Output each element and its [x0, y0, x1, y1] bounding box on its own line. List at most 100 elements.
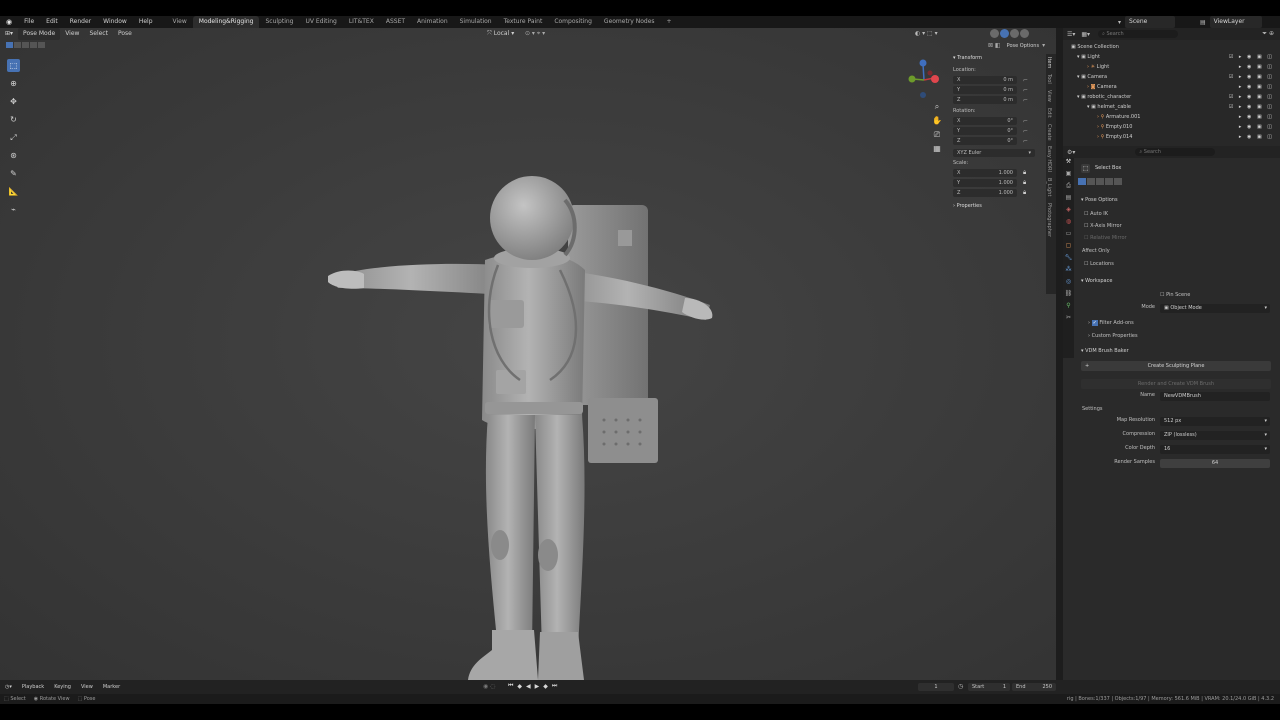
output-tab-icon[interactable]: ⎙ — [1063, 182, 1074, 194]
jump-end-icon[interactable]: ⏭ — [550, 682, 559, 690]
brush-name-input[interactable]: NewVDMBrush — [1160, 392, 1270, 401]
menu-help[interactable]: Help — [133, 16, 159, 28]
lock-icon[interactable]: 🔒︎ — [1017, 169, 1026, 177]
x-axis-mirror-checkbox[interactable]: ☐ X-Axis Mirror — [1084, 221, 1122, 232]
constraints-tab-icon[interactable]: ⛓ — [1063, 290, 1074, 302]
menu-file[interactable]: File — [18, 16, 40, 28]
editor-type-icon[interactable]: ⊞▾ — [0, 28, 18, 40]
create-sculpting-plane-button[interactable]: + Create Sculpting Plane — [1081, 361, 1271, 371]
color-depth-dropdown[interactable]: 16 ▾ — [1160, 445, 1270, 454]
render-tab-icon[interactable]: ▣ — [1063, 170, 1074, 182]
physics-tab-icon[interactable]: ◎ — [1063, 278, 1074, 290]
tab-uv-editing[interactable]: UV Editing — [300, 16, 343, 28]
lock-icon[interactable]: ⌐ — [1017, 97, 1028, 104]
select-subtract-icon[interactable] — [1096, 178, 1104, 185]
camera-view-icon[interactable]: ⎚ — [930, 130, 944, 144]
lock-icon[interactable]: 🔒︎ — [1017, 189, 1026, 197]
outliner-row-empty-010[interactable]: › ⚲ Empty.010 ▸ ◉ ▣ ◫ — [1063, 122, 1280, 132]
sidebar-tab-create[interactable]: Create — [1046, 121, 1052, 144]
outliner-row-light-collection[interactable]: ▾ ▣ Light ☑ ▸ ◉ ▣ ◫ — [1063, 52, 1280, 62]
current-frame-field[interactable]: 1 — [918, 683, 954, 691]
scene-tab-icon[interactable]: ◈ — [1063, 206, 1074, 218]
navigation-gizmo[interactable] — [904, 58, 944, 100]
sidebar-tab-item[interactable]: Item — [1046, 54, 1052, 71]
view-layer-tab-icon[interactable]: ▤ — [1063, 194, 1074, 206]
select-box-tool-icon[interactable]: ⬚ — [7, 59, 20, 72]
scene-selector[interactable]: ▾ Scene — [1118, 16, 1176, 28]
display-mode-icon[interactable]: ▦▾ — [1081, 31, 1090, 38]
tool-tab-icon[interactable]: ⚒ — [1063, 158, 1074, 170]
sidebar-tab-view[interactable]: View — [1046, 87, 1052, 105]
rendered-shading-icon[interactable] — [1020, 29, 1029, 38]
select-difference-icon[interactable] — [30, 42, 37, 48]
lock-icon[interactable]: ⌐ — [1017, 138, 1028, 145]
zoom-icon[interactable]: ⌕ — [930, 102, 944, 116]
mode-dropdown[interactable]: ▣ Object Mode ▾ — [1160, 304, 1270, 313]
blender-logo-icon[interactable]: ◉ — [0, 16, 18, 28]
select-new-icon[interactable] — [1078, 178, 1086, 185]
location-x-field[interactable]: X0 m — [953, 76, 1017, 84]
cursor-tool-icon[interactable]: ⊕ — [7, 77, 20, 90]
tab-lit-tex[interactable]: LIT&TEX — [343, 16, 380, 28]
particles-tab-icon[interactable]: ⁂ — [1063, 266, 1074, 278]
collection-tab-icon[interactable]: ▭ — [1063, 230, 1074, 242]
select-mode-buttons[interactable] — [6, 42, 45, 48]
visibility-icons[interactable]: ☑ ▸ ◉ ▣ ◫ — [1229, 92, 1274, 102]
view-layer-selector[interactable]: ▤ ViewLayer — [1200, 16, 1262, 28]
tool-select-modes[interactable] — [1078, 178, 1122, 185]
outliner-type-icon[interactable]: ☰▾ — [1067, 31, 1075, 38]
bone-size-tool-icon[interactable]: ⌁ — [7, 203, 20, 216]
timeline-menu-playback[interactable]: Playback — [17, 680, 49, 694]
outliner-row-helmet-cable[interactable]: ▾ ▣ helmet_cable ☑ ▸ ◉ ▣ ◫ — [1063, 102, 1280, 112]
outliner-row-light[interactable]: › ☀ Light ▸ ◉ ▣ ◫ — [1063, 62, 1280, 72]
outliner-search-input[interactable]: ⌕ Search — [1098, 30, 1179, 38]
lock-icon[interactable]: ⌐ — [1017, 87, 1028, 94]
wireframe-shading-icon[interactable] — [990, 29, 999, 38]
visibility-icons[interactable]: ▸ ◉ ▣ ◫ — [1239, 112, 1274, 122]
timeline-editor-icon[interactable]: ◷▾ — [0, 680, 17, 694]
sidebar-tab-easy-hdri[interactable]: Easy HDRI — [1046, 143, 1052, 175]
outliner-row-scene-collection[interactable]: ▣ Scene Collection — [1063, 42, 1280, 52]
menu-edit[interactable]: Edit — [40, 16, 64, 28]
select-subtract-icon[interactable] — [22, 42, 29, 48]
properties-search-input[interactable]: ⌕ Search — [1135, 148, 1216, 156]
tab-modeling-rigging[interactable]: Modeling&Rigging — [192, 16, 260, 28]
ortho-grid-icon[interactable]: ▦ — [930, 144, 944, 158]
menu-window[interactable]: Window — [97, 16, 133, 28]
tab-simulation[interactable]: Simulation — [454, 16, 498, 28]
sidebar-tab-tool[interactable]: Tool — [1046, 71, 1052, 87]
menu-view[interactable]: View — [60, 28, 84, 40]
menu-render[interactable]: Render — [64, 16, 97, 28]
sidebar-tab-b-light[interactable]: B_Light — [1046, 175, 1052, 199]
annotate-tool-icon[interactable]: ✎ — [7, 167, 20, 180]
rotation-y-field[interactable]: Y 0° — [953, 127, 1017, 135]
tab-geometry-nodes[interactable]: Geometry Nodes — [598, 16, 661, 28]
filter-icon[interactable]: ⏷ ⊕ — [1262, 30, 1274, 38]
pin-scene-checkbox[interactable]: ☐ Pin Scene — [1160, 290, 1190, 301]
play-reverse-icon[interactable]: ◀ — [524, 683, 533, 690]
scale-z-field[interactable]: Z 1.000 — [953, 189, 1017, 197]
sidebar-tab-photographer[interactable]: Photographer — [1046, 200, 1052, 240]
lock-icon[interactable]: ⌐ — [1017, 128, 1028, 135]
rotation-mode-dropdown[interactable]: XYZ Euler ▾ — [953, 149, 1035, 157]
custom-properties-subpanel[interactable]: › Custom Properties — [1088, 331, 1138, 342]
timeline-menu-keying[interactable]: Keying — [49, 680, 76, 694]
visibility-icons[interactable]: ▸ ◉ ▣ ◫ — [1239, 82, 1274, 92]
overlay-icons[interactable]: ◐ ▾ ⬚ ▾ — [910, 28, 943, 40]
mode-selector[interactable]: Pose Mode — [18, 28, 61, 40]
map-resolution-dropdown[interactable]: 512 px ▾ — [1160, 417, 1270, 426]
outliner-row-camera-collection[interactable]: ▾ ▣ Camera ☑ ▸ ◉ ▣ ◫ — [1063, 72, 1280, 82]
tab-animation[interactable]: Animation — [411, 16, 454, 28]
record-icon[interactable]: ◉ ◌ — [483, 683, 495, 690]
location-y-field[interactable]: Y0 m — [953, 86, 1017, 94]
scale-tool-icon[interactable]: ⤢ — [7, 131, 20, 144]
object-tab-icon[interactable]: ▢ — [1063, 242, 1074, 254]
outliner-row-robotic-character[interactable]: ▾ ▣ robotic_character ☑ ▸ ◉ ▣ ◫ — [1063, 92, 1280, 102]
add-workspace-icon[interactable]: + — [661, 16, 678, 28]
start-frame-field[interactable]: Start 1 — [968, 683, 1010, 691]
select-extend-icon[interactable] — [14, 42, 21, 48]
play-icon[interactable]: ▶ — [533, 683, 542, 690]
measure-tool-icon[interactable]: 📐 — [7, 185, 20, 198]
jump-start-icon[interactable]: ⏮ — [506, 682, 515, 690]
lock-icon[interactable]: ⌐ — [1017, 77, 1028, 84]
